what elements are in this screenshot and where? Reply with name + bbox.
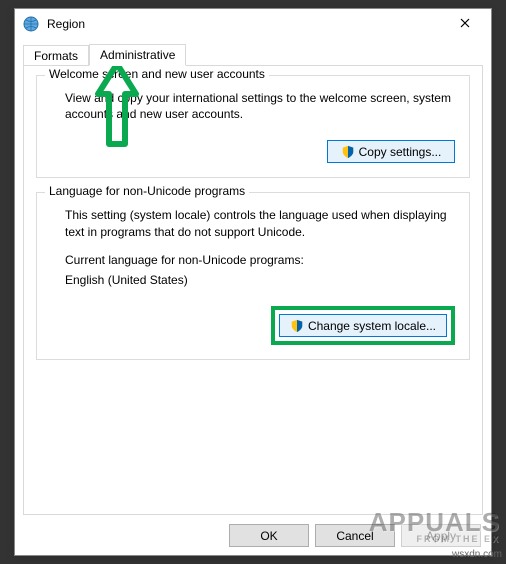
annotation-highlight-box: Change system locale... [271, 306, 455, 345]
tab-content: Welcome screen and new user accounts Vie… [23, 65, 483, 515]
button-label: Copy settings... [359, 145, 442, 159]
region-dialog: Region Formats Administrative Welcome sc… [14, 8, 492, 556]
tabstrip: Formats Administrative [23, 44, 483, 66]
ok-button[interactable]: OK [229, 524, 309, 547]
group-title: Welcome screen and new user accounts [45, 67, 269, 81]
image-source-text: wsxdn.com [452, 549, 502, 560]
uac-shield-icon [290, 319, 304, 333]
group-body-text: This setting (system locale) controls th… [65, 207, 455, 239]
client-area: Formats Administrative Welcome screen an… [15, 39, 491, 523]
titlebar: Region [15, 9, 491, 39]
tab-administrative[interactable]: Administrative [89, 44, 186, 66]
tab-label: Administrative [100, 48, 175, 62]
close-icon [460, 15, 470, 33]
globe-icon [23, 16, 39, 32]
watermark-text: APPUALS [369, 507, 500, 537]
group-title: Language for non-Unicode programs [45, 184, 249, 198]
group-non-unicode: Language for non-Unicode programs This s… [36, 192, 470, 360]
tab-formats[interactable]: Formats [23, 45, 89, 65]
group-welcome-screen: Welcome screen and new user accounts Vie… [36, 75, 470, 178]
watermark: APPUALS FROM THE EX [369, 507, 500, 544]
button-label: OK [260, 529, 277, 543]
current-language-value: English (United States) [65, 272, 455, 288]
button-label: Change system locale... [308, 319, 436, 333]
group-body-text: View and copy your international setting… [65, 90, 455, 122]
tab-label: Formats [34, 49, 78, 63]
uac-shield-icon [341, 145, 355, 159]
copy-settings-button[interactable]: Copy settings... [327, 140, 455, 163]
change-system-locale-button[interactable]: Change system locale... [279, 314, 447, 337]
current-language-label: Current language for non-Unicode program… [65, 252, 455, 268]
close-button[interactable] [445, 10, 485, 38]
window-title: Region [47, 17, 445, 31]
